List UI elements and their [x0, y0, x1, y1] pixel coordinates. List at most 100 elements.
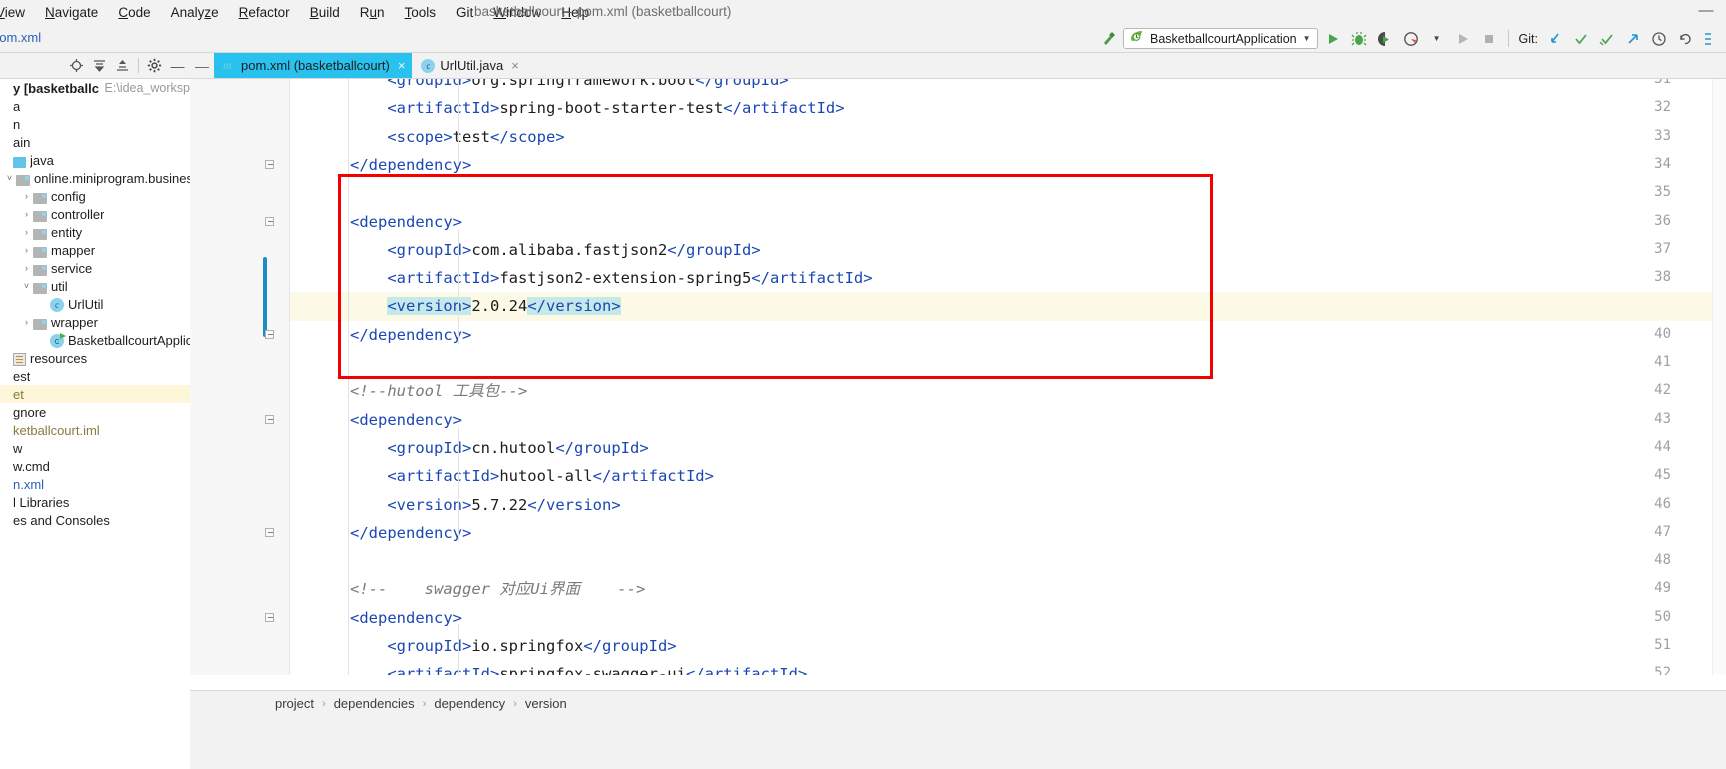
run-with-coverage-button[interactable]: [1374, 28, 1396, 50]
push-commits-icon[interactable]: [1622, 28, 1644, 50]
code-line[interactable]: <dependency>: [290, 604, 1726, 632]
tree-item-node-app[interactable]: cBasketballcourtApplication: [0, 331, 190, 349]
commit-icon[interactable]: [1570, 28, 1592, 50]
code-line[interactable]: <dependency>: [290, 406, 1726, 434]
code-line[interactable]: </dependency>: [290, 151, 1726, 179]
tree-item-node-gitignore[interactable]: gnore: [0, 403, 190, 421]
menu-item-analyze[interactable]: Analyze: [161, 3, 229, 22]
menu-item-code[interactable]: Code: [108, 3, 160, 22]
code-line[interactable]: <artifactId>spring-boot-starter-test</ar…: [290, 94, 1726, 122]
close-icon[interactable]: ×: [511, 58, 519, 73]
tree-item-project-root[interactable]: y [basketballcourt] E:\idea_worksp: [0, 79, 190, 97]
code-line[interactable]: <groupId>cn.hutool</groupId>: [290, 434, 1726, 462]
navigation-breadcrumb[interactable]: pom.xml: [0, 30, 41, 45]
code-line[interactable]: <!--hutool 工具包-->: [290, 377, 1726, 405]
profiler-button[interactable]: [1400, 28, 1422, 50]
tree-item-node-util[interactable]: ˅ util: [0, 277, 190, 295]
code-text[interactable]: <groupId>org.springframework.boot</group…: [290, 79, 1726, 675]
tree-item-node-urlutil[interactable]: c UrlUtil: [0, 295, 190, 313]
code-line[interactable]: </dependency>: [290, 321, 1726, 349]
tree-expander-icon[interactable]: ›: [20, 317, 33, 327]
menu-item-run[interactable]: Run: [350, 3, 395, 22]
tree-item-node-test[interactable]: est: [0, 367, 190, 385]
code-fold-toggle[interactable]: [265, 414, 276, 426]
code-fold-toggle[interactable]: [265, 329, 276, 341]
code-line[interactable]: <dependency>: [290, 208, 1726, 236]
tree-item-node-wrapper[interactable]: › wrapper: [0, 313, 190, 331]
hide-toolwindow-icon[interactable]: —: [167, 55, 188, 76]
tree-item-node-scratches[interactable]: es and Consoles: [0, 511, 190, 529]
code-line[interactable]: [290, 547, 1726, 575]
tree-item-node-package[interactable]: ˅ online.miniprogram.business.b: [0, 169, 190, 187]
code-line[interactable]: <!-- swagger 对应Ui界面 -->: [290, 575, 1726, 603]
tree-expander-icon[interactable]: ›: [20, 191, 33, 201]
collapse-all-icon[interactable]: [112, 55, 133, 76]
code-fold-toggle[interactable]: [265, 612, 276, 624]
code-line[interactable]: <groupId>com.alibaba.fastjson2</groupId>: [290, 236, 1726, 264]
code-line[interactable]: <version>5.7.22</version>: [290, 491, 1726, 519]
code-line[interactable]: [290, 349, 1726, 377]
tree-item-node-a[interactable]: a: [0, 97, 190, 115]
code-line[interactable]: <scope>test</scope>: [290, 123, 1726, 151]
settings-gear-icon[interactable]: [144, 55, 165, 76]
rollback-icon[interactable]: [1674, 28, 1696, 50]
tree-item-node-iml[interactable]: ketballcourt.iml: [0, 421, 190, 439]
tree-item-node-entity[interactable]: › entity: [0, 223, 190, 241]
run-configuration-selector[interactable]: BasketballcourtApplication ▼: [1123, 28, 1318, 49]
run-button[interactable]: [1322, 28, 1344, 50]
code-fold-toggle[interactable]: [265, 159, 276, 171]
tree-item-node-mvnw[interactable]: w: [0, 439, 190, 457]
tree-item-node-service[interactable]: › service: [0, 259, 190, 277]
search-everywhere-icon[interactable]: [1700, 28, 1722, 50]
code-editor[interactable]: 3132333435363738394041424344454647484950…: [190, 79, 1726, 675]
close-icon[interactable]: ×: [398, 58, 406, 73]
tree-expander-icon[interactable]: ›: [20, 209, 33, 219]
push-icon[interactable]: [1596, 28, 1618, 50]
tree-item-node-config[interactable]: › config: [0, 187, 190, 205]
tree-expander-icon[interactable]: ˅: [3, 173, 16, 183]
code-line[interactable]: <groupId>io.springfox</groupId>: [290, 632, 1726, 660]
code-line[interactable]: <artifactId>fastjson2-extension-spring5<…: [290, 264, 1726, 292]
editor-marker-bar[interactable]: [1712, 79, 1726, 675]
tree-expander-icon[interactable]: ›: [20, 227, 33, 237]
tree-item-node-n[interactable]: n: [0, 115, 190, 133]
xml-breadcrumbs[interactable]: project › dependencies › dependency › version: [275, 696, 567, 711]
menu-item-navigate[interactable]: Navigate: [35, 3, 108, 22]
minimize-button[interactable]: —: [1696, 3, 1716, 20]
tree-expander-icon[interactable]: ˅: [20, 281, 33, 291]
hammer-icon[interactable]: [1097, 28, 1119, 50]
tree-item-node-resources[interactable]: resources: [0, 349, 190, 367]
profiler-dropdown-icon[interactable]: ▼: [1426, 28, 1448, 50]
code-line[interactable]: <artifactId>springfox-swagger-ui</artifa…: [290, 660, 1726, 675]
code-fold-toggle[interactable]: [265, 527, 276, 539]
menu-item-view[interactable]: View: [0, 3, 35, 22]
hide-tabs-icon[interactable]: —: [190, 53, 214, 78]
code-line[interactable]: <version>2.0.24</version>: [290, 292, 1726, 321]
breadcrumb-item-version[interactable]: version: [525, 696, 567, 711]
code-fold-toggle[interactable]: [265, 216, 276, 228]
tree-item-node-mapper[interactable]: › mapper: [0, 241, 190, 259]
tree-item-node-pomxml[interactable]: n.xml: [0, 475, 190, 493]
stop-button[interactable]: [1478, 28, 1500, 50]
code-line[interactable]: <artifactId>hutool-all</artifactId>: [290, 462, 1726, 490]
tree-item-node-main[interactable]: ain: [0, 133, 190, 151]
update-project-icon[interactable]: [1544, 28, 1566, 50]
project-tree[interactable]: y [basketballcourt] E:\idea_workspan ain ja…: [0, 79, 190, 690]
editor-tab-urlutil-java[interactable]: c UrlUtil.java ×: [412, 53, 525, 78]
menu-item-tools[interactable]: Tools: [395, 3, 447, 22]
expand-all-icon[interactable]: [89, 55, 110, 76]
tree-item-node-mvnwcmd[interactable]: w.cmd: [0, 457, 190, 475]
code-line[interactable]: </dependency>: [290, 519, 1726, 547]
debug-button[interactable]: [1348, 28, 1370, 50]
breadcrumb-item-dependency[interactable]: dependency: [434, 696, 505, 711]
code-line[interactable]: [290, 179, 1726, 207]
tree-expander-icon[interactable]: ›: [20, 245, 33, 255]
tree-item-node-controller[interactable]: › controller: [0, 205, 190, 223]
tree-item-node-target[interactable]: et: [0, 385, 190, 403]
menu-item-refactor[interactable]: Refactor: [229, 3, 300, 22]
breadcrumb-item-project[interactable]: project: [275, 696, 314, 711]
editor-tab-pom-xml[interactable]: m pom.xml (basketballcourt) ×: [214, 53, 413, 78]
history-icon[interactable]: [1648, 28, 1670, 50]
chevron-down-icon[interactable]: ▼: [1303, 34, 1311, 43]
breadcrumb-item-dependencies[interactable]: dependencies: [334, 696, 415, 711]
